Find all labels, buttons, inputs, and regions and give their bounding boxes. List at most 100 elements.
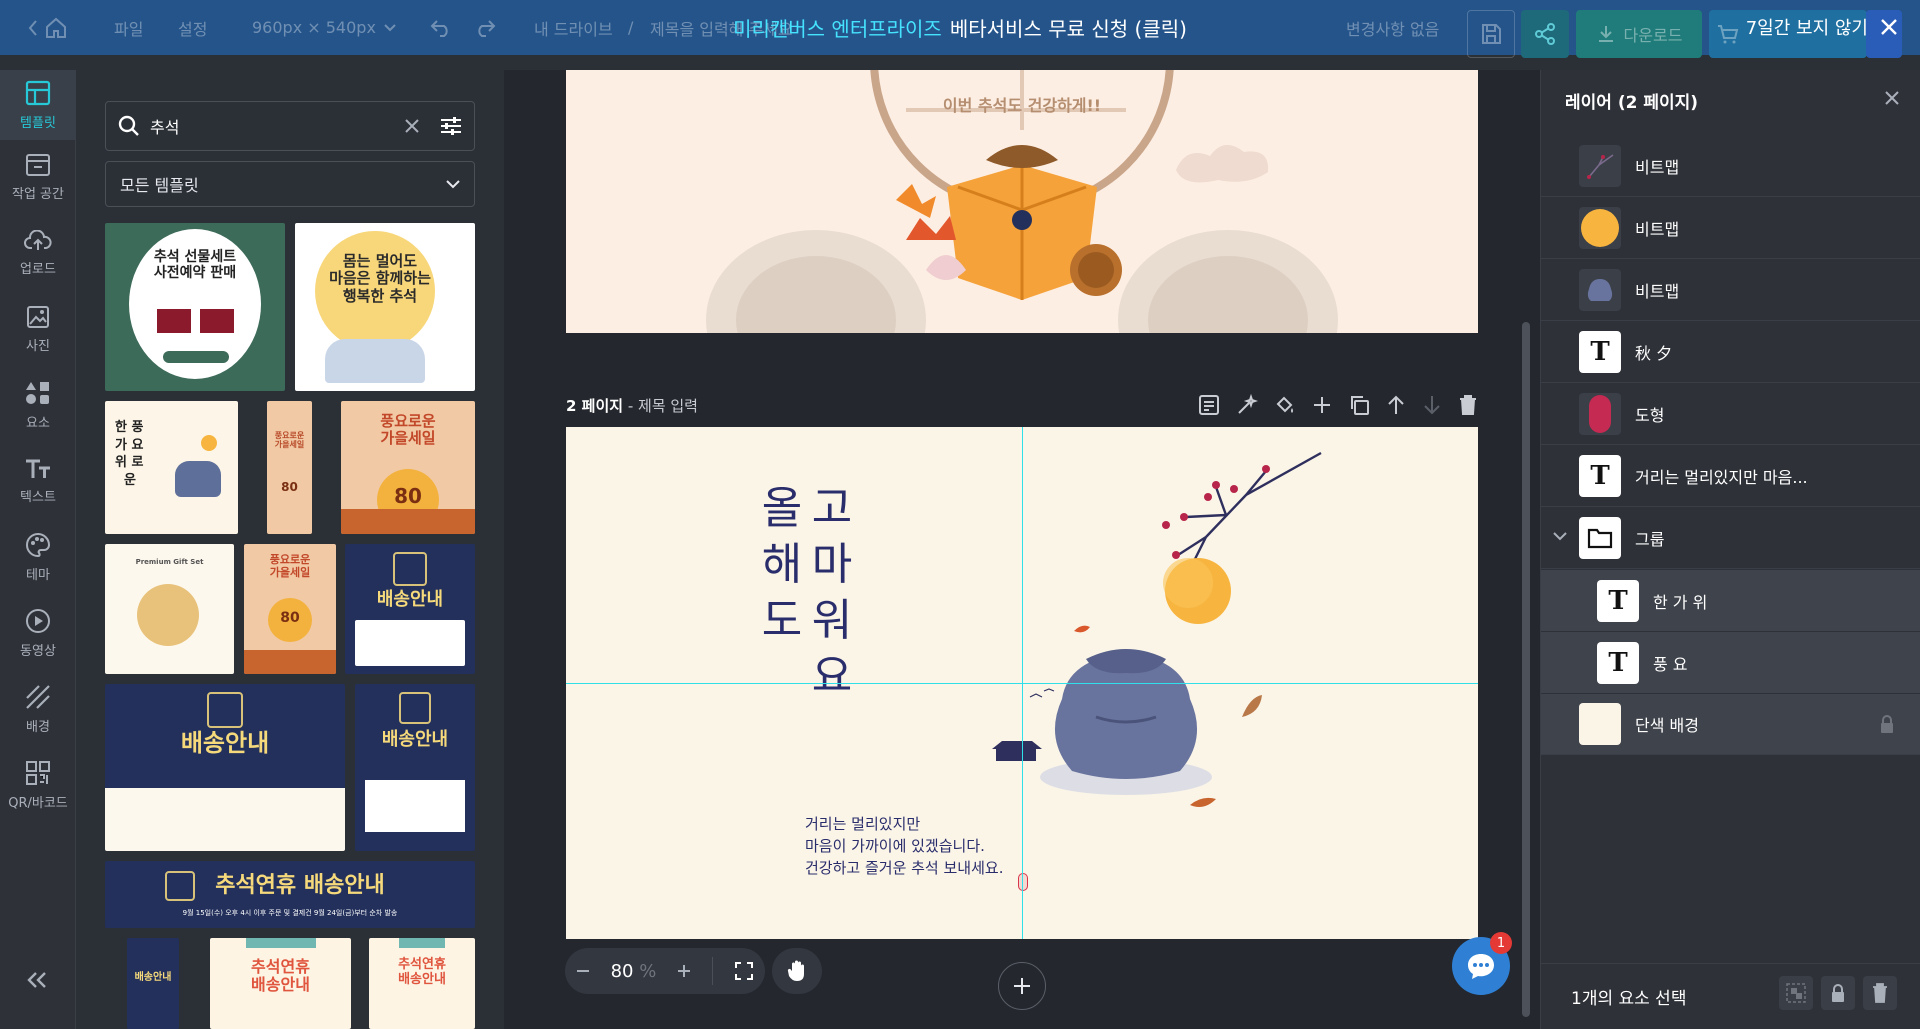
template-thumb[interactable]: 배송안내 <box>105 684 345 851</box>
thumb-image <box>200 309 234 333</box>
search-input[interactable] <box>150 116 394 136</box>
home-button[interactable] <box>26 0 68 55</box>
page-1[interactable]: 이번 추석도 건강하게!! <box>566 70 1478 333</box>
rail-item-elements[interactable]: 요소 <box>0 370 76 440</box>
layer-item[interactable]: T 풍 요 <box>1541 632 1920 693</box>
page-note-icon[interactable] <box>1198 394 1220 416</box>
magic-icon[interactable] <box>1236 394 1258 416</box>
template-thumb[interactable]: Premium Gift Set <box>105 544 234 674</box>
rail-item-theme[interactable]: 테마 <box>0 522 76 592</box>
group-button[interactable] <box>1779 976 1813 1010</box>
page-2[interactable]: 고 마 워 요 올 해 도 거리는 멀리있지만 마음이 가까이에 있겠습니다. … <box>566 427 1478 939</box>
thumb-window <box>399 692 431 724</box>
template-thumb[interactable]: 추석연휴 배송안내 <box>369 938 475 1029</box>
add-icon[interactable] <box>1312 395 1332 415</box>
arrow-down-icon[interactable] <box>1422 394 1442 416</box>
template-thumb[interactable]: 배송안내 <box>355 684 475 851</box>
page-2-header: 2 페이지 - 제목 입력 <box>566 390 1478 420</box>
layer-thumb <box>1579 393 1621 435</box>
lock-icon[interactable] <box>1879 714 1895 734</box>
template-thumb[interactable]: 풍요로운 가을세일 80 <box>244 544 336 674</box>
document-title[interactable]: 제목을 입력해 주세요 <box>650 0 793 55</box>
thumb-title: 추석 선물세트 사전예약 판매 <box>153 249 237 282</box>
template-thumb[interactable]: 추석 선물세트 사전예약 판매 <box>105 223 285 391</box>
selected-shape[interactable] <box>1018 873 1028 891</box>
undo-button[interactable] <box>430 0 452 55</box>
greeting-text[interactable]: 거리는 멀리있지만 마음이 가까이에 있겠습니다. 건강하고 즐거운 추석 보내… <box>805 813 1003 879</box>
vertical-text-col2[interactable]: 고 마 워 요 <box>807 481 857 705</box>
rail-item-text[interactable]: 텍스트 <box>0 446 76 516</box>
canvas-size-select[interactable]: 960px × 540px <box>252 0 396 55</box>
fullscreen-icon[interactable] <box>734 961 754 981</box>
layers-close-button[interactable] <box>1884 90 1900 106</box>
hand-tool-button[interactable] <box>772 948 822 994</box>
template-thumb[interactable]: 추석연휴 배송안내 9월 15일(수) 오후 4시 이후 주문 및 결제건 9월… <box>105 861 475 928</box>
layer-item[interactable]: T 한 가 위 <box>1541 570 1920 631</box>
download-button[interactable]: 다운로드 <box>1576 10 1702 58</box>
delete-button[interactable] <box>1863 976 1897 1010</box>
rail-item-photo[interactable]: 사진 <box>0 294 76 364</box>
layers-panel: 레이어 (2 페이지) 비트맵 비트맵 비트맵 T 秋 夕 도형 T 거리는 멀… <box>1540 70 1920 1029</box>
menu-settings[interactable]: 설정 <box>178 0 207 55</box>
template-thumb[interactable]: 몸는 멀어도 마음은 함께하는 행복한 추석 <box>295 223 475 391</box>
template-thumb[interactable]: 한 풍 가 요 위 로 운 <box>105 401 238 534</box>
layer-item[interactable]: T 거리는 멀리있지만 마음... <box>1541 446 1920 507</box>
menu-file[interactable]: 파일 <box>114 0 143 55</box>
template-thumb[interactable]: 풍요로운 가을세일 80 <box>341 401 475 534</box>
save-button[interactable] <box>1467 10 1515 58</box>
rail-item-upload[interactable]: 업로드 <box>0 218 76 288</box>
banner-dismiss-button[interactable]: 7일간 보지 않기 <box>1746 8 1898 46</box>
template-filter-select[interactable]: 모든 템플릿 <box>105 161 475 207</box>
page-2-label: 2 페이지 <box>566 396 624 415</box>
template-thumb[interactable]: 풍요로운 가을세일 80 <box>267 401 312 534</box>
folder-icon <box>1587 528 1613 549</box>
layer-item[interactable]: 도형 <box>1541 384 1920 445</box>
template-thumb[interactable]: 추석연휴 배송안내 <box>210 938 351 1029</box>
trash-icon[interactable] <box>1458 394 1478 416</box>
canvas-scrollbar[interactable] <box>1522 322 1530 1017</box>
breadcrumb-drive[interactable]: 내 드라이브 <box>534 0 613 55</box>
bundle-thumb-icon <box>1587 279 1613 301</box>
zoom-in-icon[interactable] <box>677 964 691 978</box>
layer-item[interactable]: 비트맵 <box>1541 260 1920 321</box>
top-toolbar: 파일 설정 960px × 540px 내 드라이브 / 제목을 입력해 주세요… <box>0 0 1920 58</box>
page-2-title-input[interactable]: 제목 입력 <box>638 397 698 415</box>
rail-item-qr[interactable]: QR/바코드 <box>0 750 76 820</box>
fill-bucket-icon[interactable] <box>1274 394 1296 416</box>
leaf <box>1242 695 1262 717</box>
arrow-up-icon[interactable] <box>1386 394 1406 416</box>
rail-label: 사진 <box>26 338 50 354</box>
layer-item[interactable]: 비트맵 <box>1541 198 1920 259</box>
thumb-hills <box>244 650 336 674</box>
rail-item-video[interactable]: 동영상 <box>0 598 76 668</box>
layer-item[interactable]: 단색 배경 <box>1541 694 1920 755</box>
vertical-text-col1[interactable]: 올 해 도 <box>757 481 807 649</box>
template-thumb[interactable]: 배송안내 <box>345 544 475 674</box>
save-status: 변경사항 없음 <box>1346 19 1440 39</box>
filter-icon[interactable] <box>440 116 462 136</box>
chevron-down-icon[interactable] <box>1553 532 1567 541</box>
text-layer-icon: T <box>1579 455 1621 497</box>
search-box <box>105 101 475 151</box>
page-2-title[interactable]: 2 페이지 - 제목 입력 <box>566 395 698 416</box>
rail-item-background[interactable]: 배경 <box>0 674 76 744</box>
zoom-value[interactable]: 80 % <box>611 961 657 982</box>
share-button[interactable] <box>1521 10 1569 58</box>
zoom-out-icon[interactable] <box>576 964 590 978</box>
collapse-panel-button[interactable] <box>24 970 50 990</box>
layer-item[interactable]: T 秋 夕 <box>1541 322 1920 383</box>
rail-item-workspace[interactable]: 작업 공간 <box>0 142 76 212</box>
layer-item[interactable]: 비트맵 <box>1541 136 1920 197</box>
redo-button[interactable] <box>474 0 496 55</box>
layer-thumb <box>1579 703 1621 745</box>
layer-name: 도형 <box>1635 406 1665 425</box>
add-page-button[interactable] <box>998 962 1046 1010</box>
layer-group[interactable]: 그룹 <box>1541 508 1920 569</box>
duplicate-icon[interactable] <box>1348 394 1370 416</box>
clear-icon[interactable] <box>404 118 420 134</box>
template-thumb[interactable]: 배송안내 <box>127 938 179 1029</box>
rail-item-template[interactable]: 템플릿 <box>0 70 76 140</box>
lock-button[interactable] <box>1821 976 1855 1010</box>
zoom-number: 80 <box>610 960 634 982</box>
birds <box>1029 688 1055 698</box>
